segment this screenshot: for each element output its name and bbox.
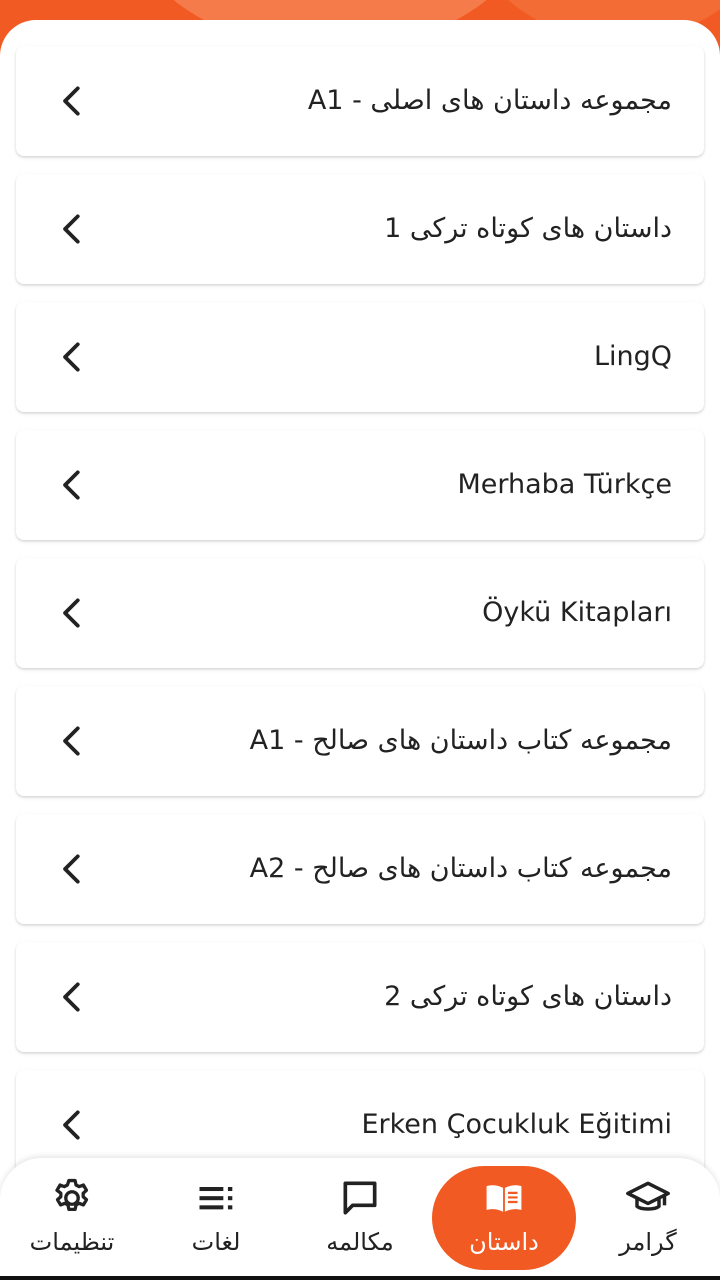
nav-label-conversation: مکالمه: [326, 1228, 394, 1256]
list-icon: [199, 1187, 233, 1210]
bottom-navigation: تنظیمات لغات مکالمه داستان گرامر: [0, 1158, 720, 1280]
chevron-left-icon: [63, 726, 80, 756]
chevron-left-icon: [63, 86, 80, 116]
gear-icon: [55, 1178, 89, 1212]
story-collection-item[interactable]: داستان های کوتاه ترکی 1: [16, 174, 704, 284]
story-collection-title: Öykü Kitapları: [482, 597, 672, 628]
nav-tab-grammar[interactable]: گرامر: [576, 1166, 720, 1270]
chevron-left-icon: [63, 470, 80, 500]
story-collection-item[interactable]: مجموعه کتاب داستان های صالح - A1: [16, 686, 704, 796]
story-collection-title: LingQ: [593, 341, 672, 372]
nav-tab-stories[interactable]: داستان: [432, 1166, 576, 1270]
story-collection-item[interactable]: مجموعه داستان های اصلی - A1: [16, 46, 704, 156]
chevron-left-icon: [63, 342, 80, 372]
story-collection-title: داستان های کوتاه ترکی 2: [384, 981, 672, 1012]
nav-label-grammar: گرامر: [619, 1228, 677, 1256]
chat-bubble-icon: [343, 1181, 377, 1215]
chevron-left-icon: [63, 1110, 80, 1140]
nav-label-stories: داستان: [469, 1228, 539, 1256]
story-collection-title: مجموعه کتاب داستان های صالح - A2: [249, 853, 672, 884]
nav-tab-settings[interactable]: تنظیمات: [0, 1166, 144, 1270]
story-collection-item[interactable]: داستان های کوتاه ترکی 2: [16, 942, 704, 1052]
system-bar-edge: [0, 1276, 720, 1280]
nav-label-settings: تنظیمات: [29, 1228, 115, 1256]
chevron-left-icon: [63, 982, 80, 1012]
story-collection-title: مجموعه داستان های اصلی - A1: [307, 85, 672, 116]
chevron-left-icon: [63, 854, 80, 884]
nav-tab-conversation[interactable]: مکالمه: [288, 1166, 432, 1270]
story-collection-item[interactable]: Öykü Kitapları: [16, 558, 704, 668]
story-collection-list: مجموعه داستان های اصلی - A1 داستان های ک…: [16, 46, 704, 1198]
app-screen: مجموعه داستان های اصلی - A1 داستان های ک…: [0, 0, 720, 1280]
nav-label-vocabulary: لغات: [191, 1228, 241, 1256]
book-icon: [486, 1185, 522, 1212]
story-collection-item[interactable]: LingQ: [16, 302, 704, 412]
graduation-cap-icon: [626, 1181, 670, 1211]
story-collection-item[interactable]: مجموعه کتاب داستان های صالح - A2: [16, 814, 704, 924]
story-collection-title: مجموعه کتاب داستان های صالح - A1: [249, 725, 672, 756]
chevron-left-icon: [63, 598, 80, 628]
story-collection-title: داستان های کوتاه ترکی 1: [384, 213, 672, 244]
chevron-left-icon: [63, 214, 80, 244]
story-collection-item[interactable]: Merhaba Türkçe: [16, 430, 704, 540]
story-collection-title: Merhaba Türkçe: [457, 469, 672, 500]
nav-tab-vocabulary[interactable]: لغات: [144, 1166, 288, 1270]
